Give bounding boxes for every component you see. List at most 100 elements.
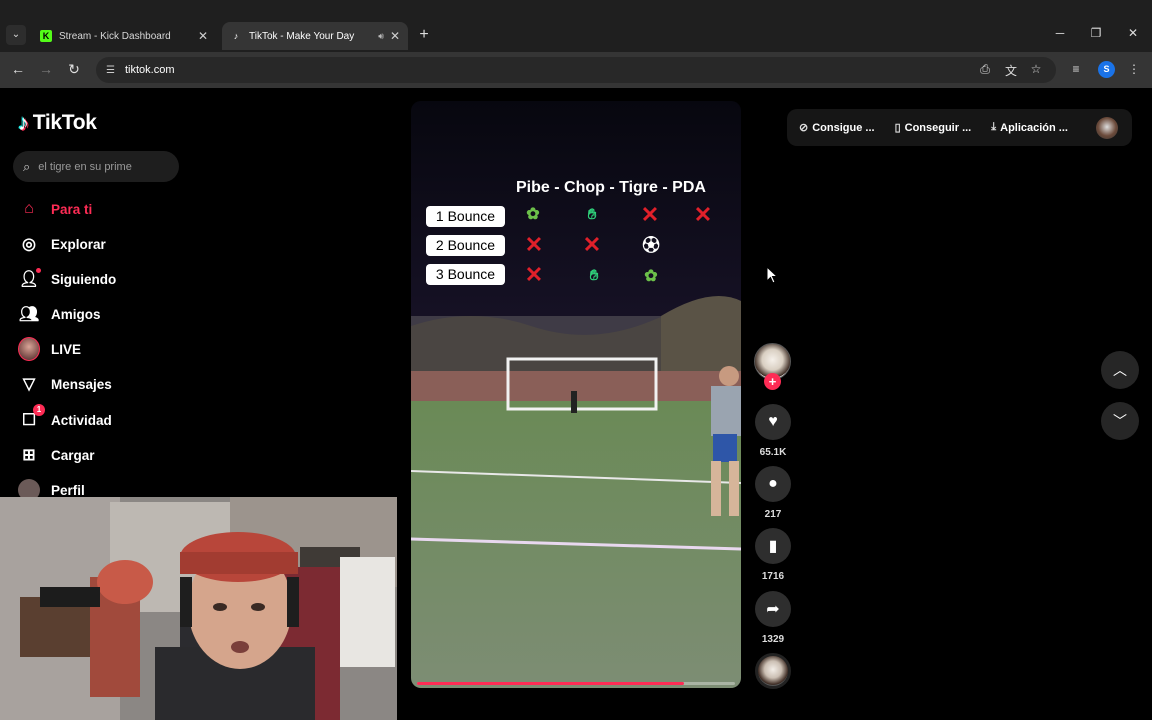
previous-video-button[interactable]: ︿ <box>1101 351 1139 389</box>
tab-search-chevron-icon[interactable]: ⌄ <box>6 25 26 45</box>
top-actions-bar: ⊘ Consigue ... ▯ Conseguir ... ⤓ Aplicac… <box>787 109 1132 146</box>
music-disc-avatar[interactable] <box>755 653 791 689</box>
download-app-label: Aplicación ... <box>1000 121 1068 134</box>
notification-dot <box>36 268 41 273</box>
sidebar-item-amigos[interactable]: 👥︎ Amigos <box>18 300 101 328</box>
chevron-down-icon: ﹀ <box>1113 413 1127 429</box>
forward-icon[interactable]: → <box>37 61 55 77</box>
coin-icon: ⊘ <box>799 122 809 134</box>
more-menu-icon[interactable]: ⋮ <box>1126 62 1142 76</box>
get-app-label: Conseguir ... <box>904 121 972 134</box>
sidebar-item-label: Para ti <box>51 201 93 217</box>
install-app-icon[interactable]: ⎙ <box>977 62 993 77</box>
translate-icon[interactable]: 文 <box>1003 62 1019 79</box>
sidebar-item-live[interactable]: LIVE <box>18 335 81 363</box>
sidebar-item-label: Amigos <box>51 306 101 322</box>
video-progress-bar[interactable] <box>417 682 735 685</box>
cross-mark-icon: ✕ <box>524 262 544 287</box>
minimize-icon[interactable]: ─ <box>1050 26 1070 40</box>
bounce-label: 3 Bounce <box>426 264 505 285</box>
live-avatar <box>18 337 40 361</box>
tab-title: Stream - Kick Dashboard <box>59 30 171 42</box>
profile-avatar[interactable]: S <box>1098 61 1115 78</box>
cross-mark-icon: ✕ <box>640 202 660 227</box>
bookmark-icon: ▮ <box>768 538 778 555</box>
sidebar-item-label: Cargar <box>51 447 95 463</box>
goalkeeper-glove-icon: ✋︎ <box>589 267 599 284</box>
download-icon: ⤓ <box>991 121 997 133</box>
tab-kick-dashboard[interactable]: K Stream - Kick Dashboard ✕ <box>32 22 216 50</box>
next-video-button[interactable]: ﹀ <box>1101 402 1139 440</box>
sidebar-item-explorar[interactable]: ◎ Explorar <box>18 230 106 258</box>
site-info-icon[interactable]: ☰ <box>106 65 115 76</box>
url-text: tiktok.com <box>124 64 175 76</box>
sidebar-item-label: Perfil <box>51 482 85 498</box>
phone-icon: ▯ <box>894 122 901 134</box>
reload-icon[interactable]: ↻ <box>65 61 83 78</box>
search-box[interactable]: ⌕ <box>13 151 179 182</box>
user-avatar[interactable] <box>1096 117 1118 139</box>
cross-mark-icon: ✕ <box>693 202 713 227</box>
browser-toolbar: ← → ↻ ☰ tiktok.com ⎙ 文 ☆ ≡ S ⋮ <box>0 52 1152 88</box>
back-icon[interactable]: ← <box>9 61 27 77</box>
bookmark-star-icon[interactable]: ☆ <box>1028 62 1044 76</box>
tiktok-logo[interactable]: ♪ TikTok <box>18 110 97 136</box>
video-player[interactable]: Pibe - Chop - Tigre - PDA 1 Bounce 2 Bou… <box>411 101 741 688</box>
media-control-icon[interactable]: ≡ <box>1068 62 1084 76</box>
tree-icon: ✿ <box>644 268 658 285</box>
sidebar-item-cargar[interactable]: ⊞ Cargar <box>18 441 95 469</box>
share-arrow-icon: ➦ <box>766 601 780 618</box>
search-input[interactable] <box>38 160 169 173</box>
tiktok-icon: ♪ <box>233 31 239 41</box>
cross-mark-icon: ✕ <box>582 232 602 257</box>
tiktok-note-icon: ♪ <box>18 110 29 135</box>
webcam-image <box>0 497 397 720</box>
sidebar-item-label: Explorar <box>51 236 106 252</box>
goalkeeper-glove-icon: ✋︎ <box>587 206 597 223</box>
friends-icon: 👥︎ <box>18 306 40 323</box>
address-bar[interactable]: ☰ tiktok.com <box>96 57 1056 83</box>
tree-icon: ✿ <box>526 206 540 223</box>
share-button[interactable]: ➦ <box>755 591 791 627</box>
webcam-overlay <box>0 497 397 720</box>
close-tab-icon[interactable]: ✕ <box>198 29 208 43</box>
bounce-label: 2 Bounce <box>426 235 505 256</box>
download-app-button[interactable]: ⤓ Aplicación ... <box>991 121 1068 134</box>
activity-icon: ☐ 1 <box>18 404 45 431</box>
close-window-icon[interactable]: ✕ <box>1123 26 1143 40</box>
heart-icon: ♥ <box>768 413 778 430</box>
get-app-button[interactable]: ▯ Conseguir ... <box>894 121 972 135</box>
kick-icon: K <box>40 30 52 42</box>
chevron-up-icon: ︿ <box>1113 362 1127 378</box>
save-button[interactable]: ▮ <box>755 528 791 564</box>
send-icon: ▽ <box>22 376 36 393</box>
share-count: 1329 <box>761 634 785 645</box>
new-tab-icon[interactable]: + <box>414 25 434 45</box>
search-icon[interactable]: ⌕ <box>23 159 30 175</box>
restore-icon[interactable]: ❐ <box>1086 26 1106 40</box>
save-count: 1716 <box>761 571 785 582</box>
sidebar-item-label: Mensajes <box>51 376 112 392</box>
get-coins-button[interactable]: ⊘ Consigue ... <box>799 121 875 135</box>
close-tab-icon[interactable]: ✕ <box>390 29 400 43</box>
tab-tiktok[interactable]: ♪ TikTok - Make Your Day 🔊︎ ✕ <box>222 22 408 50</box>
sidebar-item-actividad[interactable]: ☐ 1 Actividad <box>18 404 112 434</box>
upload-icon: ⊞ <box>22 447 36 464</box>
like-count: 65.1K <box>759 447 787 458</box>
sidebar-item-siguiendo[interactable]: 👤︎ Siguiendo <box>18 265 116 293</box>
cross-mark-icon: ✕ <box>524 232 544 257</box>
video-overlay-title: Pibe - Chop - Tigre - PDA <box>516 179 706 196</box>
comment-button[interactable]: ● <box>755 466 791 502</box>
get-coins-label: Consigue ... <box>812 121 875 134</box>
sidebar-item-label: LIVE <box>51 341 82 357</box>
video-progress-fill <box>417 682 685 685</box>
mouse-cursor-icon <box>766 266 778 284</box>
like-button[interactable]: ♥ <box>755 404 791 440</box>
sidebar-item-mensajes[interactable]: ▽ Mensajes <box>18 370 112 398</box>
speaker-icon[interactable]: 🔊︎ <box>378 31 384 42</box>
sidebar-item-label: Actividad <box>51 412 112 428</box>
follow-plus-icon[interactable]: + <box>764 373 781 390</box>
sidebar-item-para-ti[interactable]: ⌂ Para ti <box>18 195 92 223</box>
bounce-label: 1 Bounce <box>426 206 505 227</box>
sidebar-item-label: Siguiendo <box>51 271 117 287</box>
